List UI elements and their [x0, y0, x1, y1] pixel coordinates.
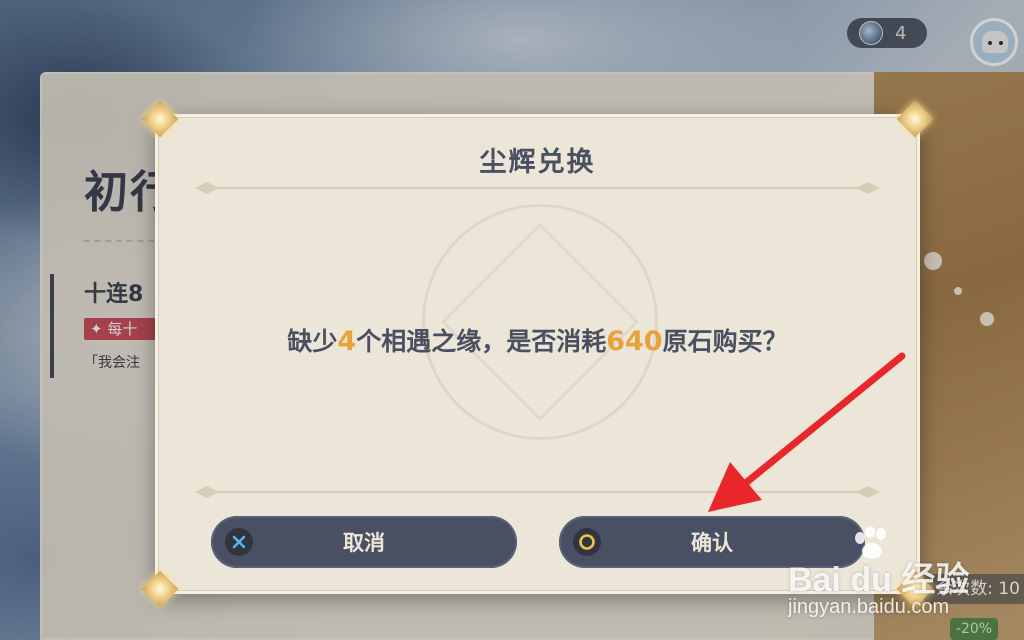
watermark-url: jingyan.baidu.com — [788, 596, 950, 618]
watermark-logo: Bai du 经验 — [788, 561, 970, 599]
